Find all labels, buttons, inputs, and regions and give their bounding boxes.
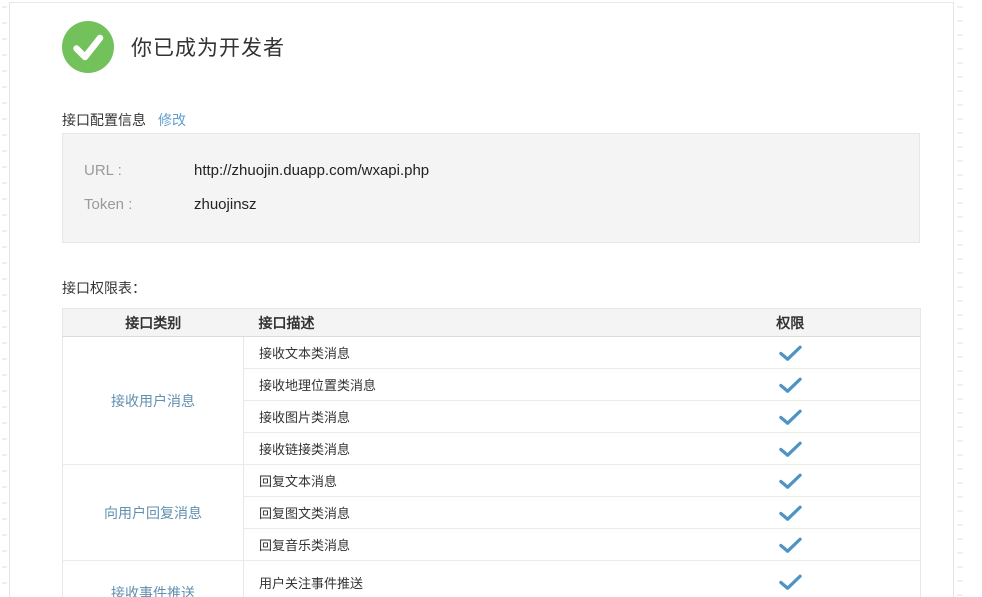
check-icon (779, 409, 802, 425)
permission-table: 接口类别 接口描述 权限 接收用户消息 接收文本类消息 接收地理位置类消息 接收… (62, 308, 921, 597)
description-cell: 接收文本类消息 (244, 337, 661, 369)
left-edge-ticks (2, 6, 7, 597)
permission-cell (661, 497, 921, 529)
page-title: 你已成为开发者 (131, 32, 285, 62)
check-icon (779, 441, 802, 457)
table-row: 接收事件推送 用户关注事件推送 (63, 561, 921, 597)
edit-link[interactable]: 修改 (158, 112, 186, 128)
check-icon (779, 505, 802, 521)
description-cell: 接收地理位置类消息 (244, 369, 661, 401)
description-cell: 回复音乐类消息 (244, 529, 661, 561)
config-section-header: 接口配置信息修改 (62, 110, 186, 130)
check-icon (779, 473, 802, 489)
description-cell: 接收图片类消息 (244, 401, 661, 433)
url-value: http://zhuojin.duapp.com/wxapi.php (194, 162, 429, 179)
left-edge-line (9, 2, 10, 597)
header-permission: 权限 (661, 309, 921, 337)
description-cell: 用户关注事件推送 (244, 561, 661, 597)
permission-cell (661, 369, 921, 401)
header-description: 接口描述 (244, 309, 661, 337)
description-cell: 接收链接类消息 (244, 433, 661, 465)
check-icon (779, 537, 802, 553)
permission-cell (661, 561, 921, 597)
token-value: zhuojinsz (194, 196, 257, 213)
header-category: 接口类别 (63, 309, 244, 337)
check-icon (779, 377, 802, 393)
url-row: URL :http://zhuojin.duapp.com/wxapi.php (84, 159, 919, 183)
description-cell: 回复文本消息 (244, 465, 661, 497)
permission-cell (661, 465, 921, 497)
category-cell-reply-messages: 向用户回复消息 (63, 465, 244, 561)
permission-cell (661, 529, 921, 561)
token-row: Token :zhuojinsz (84, 193, 919, 217)
table-row: 向用户回复消息 回复文本消息 (63, 465, 921, 497)
permission-cell (661, 337, 921, 369)
right-edge-ticks (957, 6, 963, 597)
page-top-border (9, 2, 954, 3)
token-label: Token : (84, 193, 194, 217)
permission-cell (661, 433, 921, 465)
config-box: URL :http://zhuojin.duapp.com/wxapi.php … (62, 133, 920, 243)
config-section-title: 接口配置信息 (62, 112, 146, 128)
right-edge-line (953, 2, 954, 597)
table-row: 接收用户消息 接收文本类消息 (63, 337, 921, 369)
permission-cell (661, 401, 921, 433)
table-header-row: 接口类别 接口描述 权限 (63, 309, 921, 337)
check-icon (779, 574, 802, 590)
success-check-circle-icon (62, 21, 114, 73)
page: 你已成为开发者 接口配置信息修改 URL :http://zhuojin.dua… (0, 0, 982, 597)
category-cell-receive-messages: 接收用户消息 (63, 337, 244, 465)
check-icon (779, 345, 802, 361)
url-label: URL : (84, 159, 194, 183)
success-banner: 你已成为开发者 (62, 21, 285, 73)
permission-table-title: 接口权限表： (62, 278, 146, 298)
description-cell: 回复图文类消息 (244, 497, 661, 529)
category-cell-event-push: 接收事件推送 (63, 561, 244, 597)
